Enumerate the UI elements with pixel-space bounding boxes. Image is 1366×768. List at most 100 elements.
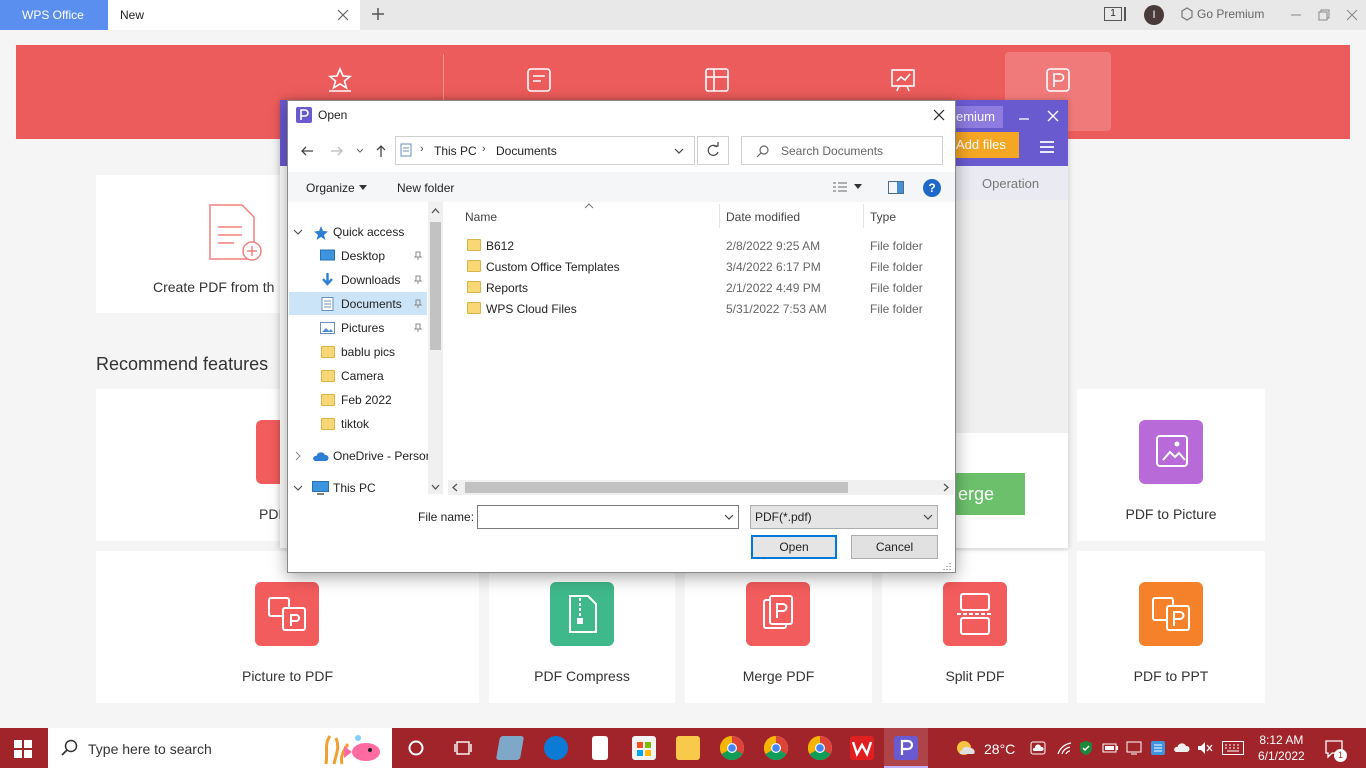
tree-item-quick-access[interactable]: Quick access <box>333 225 404 239</box>
help-icon[interactable]: ? <box>923 179 941 197</box>
column-header-type[interactable]: Type <box>870 210 896 224</box>
recent-locations-chevron-icon[interactable] <box>356 147 364 155</box>
pictures-icon <box>320 321 335 335</box>
cloud-tray-icon[interactable] <box>1172 741 1190 753</box>
expand-onedrive-icon[interactable] <box>293 451 303 461</box>
close-window-icon[interactable] <box>1345 8 1359 22</box>
open-button[interactable]: Open <box>751 535 837 559</box>
window-count-icon[interactable]: 1 <box>1104 7 1126 21</box>
column-header-name[interactable]: Name <box>465 210 497 224</box>
wps-pdf-icon[interactable] <box>894 736 918 760</box>
tree-item-camera[interactable]: Camera <box>341 369 384 383</box>
minimize-icon[interactable] <box>1289 8 1303 22</box>
chrome-icon[interactable] <box>720 736 744 760</box>
edge-browser-icon[interactable] <box>544 736 568 760</box>
spreadsheet-doc-icon[interactable] <box>703 66 731 94</box>
scroll-up-icon[interactable] <box>431 208 440 214</box>
file-row-name[interactable]: B612 <box>486 239 514 253</box>
pdf-doc-icon[interactable] <box>1044 66 1072 94</box>
tree-item-downloads[interactable]: Downloads <box>341 273 400 287</box>
close-tab-icon[interactable] <box>336 8 350 22</box>
expand-quick-access-icon[interactable] <box>293 227 303 237</box>
chrome-profile-icon[interactable] <box>808 736 832 760</box>
back-arrow-icon[interactable] <box>300 144 314 158</box>
wifi-icon[interactable] <box>1056 740 1072 756</box>
file-type-select[interactable]: PDF(*.pdf) <box>750 505 938 529</box>
display-icon[interactable] <box>1126 740 1142 756</box>
expand-this-pc-icon[interactable] <box>293 483 303 493</box>
panel-menu-icon[interactable] <box>1039 140 1055 154</box>
scroll-down-icon[interactable] <box>431 484 440 490</box>
column-separator[interactable] <box>719 204 720 228</box>
tree-item-desktop[interactable]: Desktop <box>341 249 385 263</box>
microsoft-store-icon[interactable] <box>632 736 656 760</box>
forward-arrow-icon[interactable] <box>330 144 344 158</box>
tree-item-bablu-pics[interactable]: bablu pics <box>341 345 395 359</box>
column-header-date-modified[interactable]: Date modified <box>726 210 800 224</box>
battery-icon[interactable] <box>1102 741 1120 755</box>
tree-item-this-pc[interactable]: This PC <box>333 481 376 495</box>
breadcrumb-documents[interactable]: Documents <box>496 144 557 158</box>
tab-new[interactable]: New <box>108 0 360 30</box>
weather-icon[interactable] <box>954 738 976 758</box>
tree-item-documents[interactable]: Documents <box>341 297 402 311</box>
cortana-icon[interactable] <box>408 740 424 756</box>
preview-pane-icon[interactable] <box>888 181 904 194</box>
file-name-input[interactable] <box>477 505 739 529</box>
avatar[interactable]: I <box>1144 5 1164 25</box>
new-folder-button[interactable]: New folder <box>397 181 454 195</box>
volume-muted-icon[interactable] <box>1196 740 1214 756</box>
file-list-scroll-thumb[interactable] <box>465 482 848 493</box>
taskbar-clock[interactable]: 8:12 AM 6/1/2022 <box>1258 732 1305 764</box>
tree-item-onedrive[interactable]: OneDrive - Persor <box>333 449 430 463</box>
tab-wps-office[interactable]: WPS Office <box>0 0 108 30</box>
tree-scroll-thumb[interactable] <box>430 222 441 350</box>
file-row-name[interactable]: Reports <box>486 281 528 295</box>
scroll-right-icon[interactable] <box>943 483 949 492</box>
resize-grip-icon[interactable] <box>942 561 952 571</box>
scroll-left-icon[interactable] <box>452 483 458 492</box>
presentation-doc-icon[interactable] <box>889 66 917 94</box>
keyboard-icon[interactable] <box>1222 741 1244 755</box>
tree-item-tiktok[interactable]: tiktok <box>341 417 369 431</box>
cancel-button[interactable]: Cancel <box>851 535 938 559</box>
folder-icon <box>321 394 335 406</box>
feature-card-pdf[interactable] <box>96 389 282 541</box>
chrome-profile-icon[interactable] <box>764 736 788 760</box>
merge-button[interactable]: erge <box>954 473 1025 515</box>
tree-item-pictures[interactable]: Pictures <box>341 321 384 335</box>
notepad-icon[interactable] <box>592 736 608 760</box>
up-arrow-icon[interactable] <box>374 144 388 158</box>
wps-office-icon[interactable] <box>850 736 874 760</box>
file-row-name[interactable]: WPS Cloud Files <box>486 302 577 316</box>
file-row-name[interactable]: Custom Office Templates <box>486 260 620 274</box>
add-tab-icon[interactable] <box>370 6 386 22</box>
feature-label-split-pdf: Split PDF <box>945 668 1005 684</box>
refresh-button[interactable] <box>697 136 729 165</box>
task-view-icon[interactable] <box>454 740 472 756</box>
breadcrumb-this-pc[interactable]: This PC <box>434 144 477 158</box>
file-name-dropdown-icon[interactable] <box>724 514 734 521</box>
go-premium-button[interactable]: Go Premium <box>1180 7 1264 21</box>
split-pdf-icon <box>943 582 1007 646</box>
organize-menu[interactable]: Organize <box>306 181 367 195</box>
file-explorer-icon[interactable] <box>676 736 700 760</box>
network-tray-icon[interactable] <box>1150 740 1166 756</box>
column-separator[interactable] <box>863 204 864 228</box>
writer-doc-icon[interactable] <box>525 66 553 94</box>
panel-minimize-icon[interactable] <box>1018 112 1030 124</box>
panel-close-icon[interactable] <box>1046 109 1060 123</box>
address-dropdown-chevron-icon[interactable] <box>674 147 684 155</box>
onedrive-tray-icon[interactable] <box>1030 740 1046 756</box>
taskbar-app-icon[interactable] <box>495 736 525 760</box>
add-files-button[interactable]: Add files <box>948 132 1019 158</box>
temperature[interactable]: 28°C <box>984 741 1015 757</box>
tree-item-feb-2022[interactable]: Feb 2022 <box>341 393 392 407</box>
star-doc-icon[interactable] <box>326 66 354 94</box>
change-view-button[interactable] <box>832 181 862 193</box>
dialog-close-icon[interactable] <box>932 108 946 122</box>
windows-start-icon[interactable] <box>14 740 32 758</box>
pin-icon <box>413 251 423 261</box>
security-shield-icon[interactable] <box>1078 740 1094 756</box>
restore-icon[interactable] <box>1317 8 1331 22</box>
